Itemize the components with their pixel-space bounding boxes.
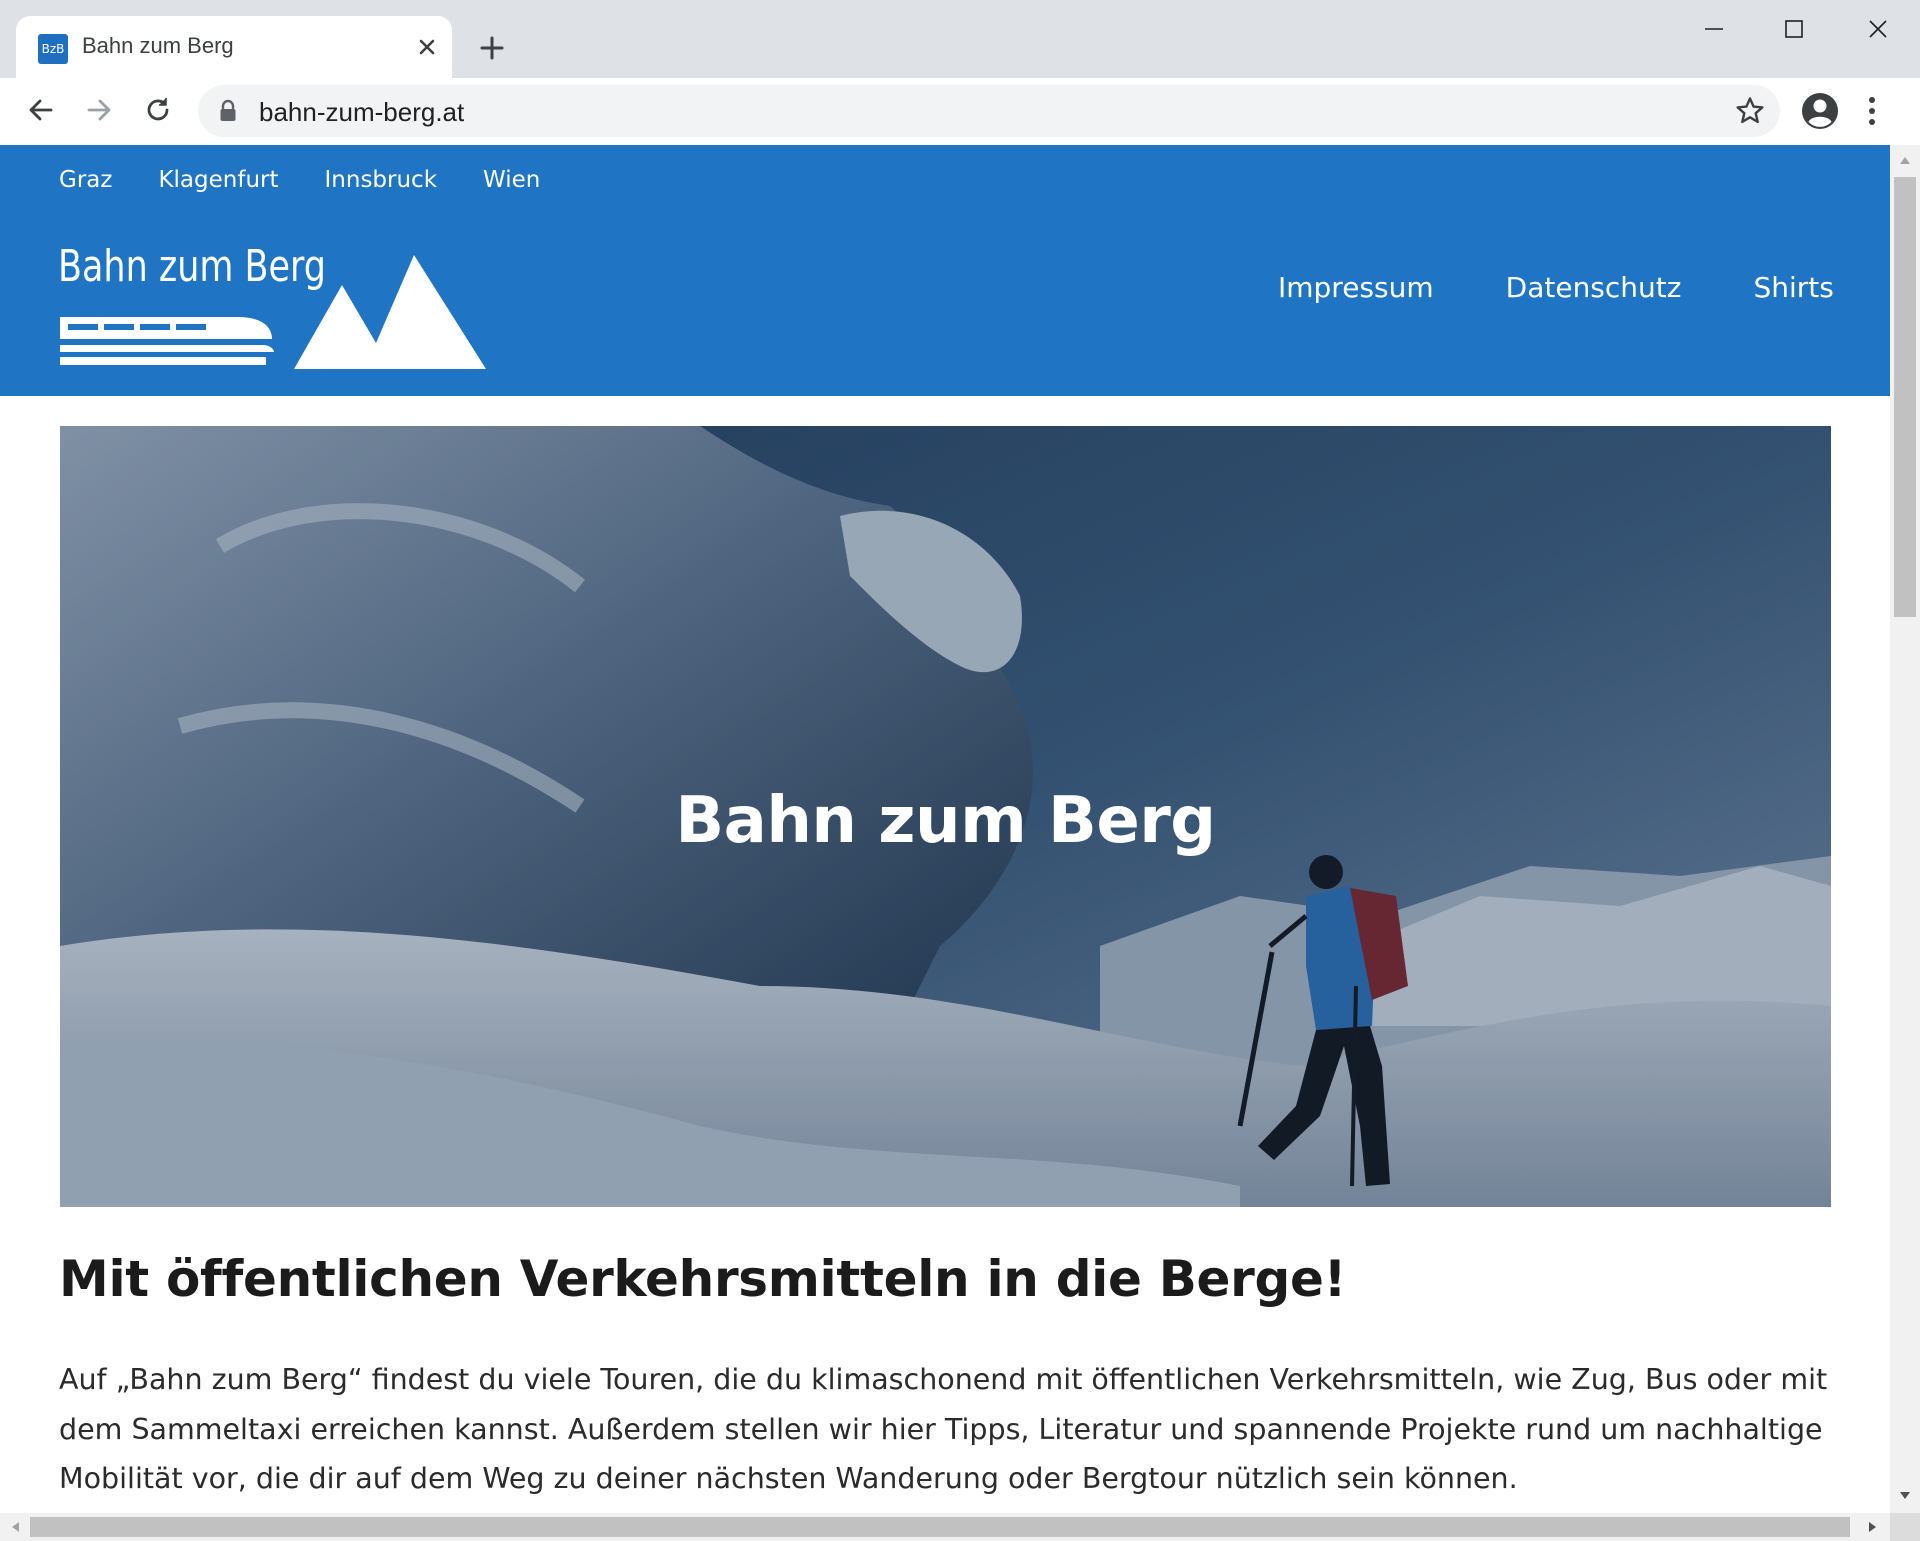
browser-toolbar: bahn-zum-berg.at — [0, 78, 1920, 145]
window-close-button[interactable] — [1838, 0, 1918, 58]
nav-link-shirts[interactable]: Shirts — [1753, 271, 1833, 304]
url-text: bahn-zum-berg.at — [259, 97, 465, 127]
minimize-icon — [1705, 28, 1723, 30]
nav-link-graz[interactable]: Graz — [59, 167, 112, 193]
scroll-left-icon[interactable] — [10, 1521, 20, 1533]
city-nav: Graz Klagenfurt Innsbruck Wien — [59, 167, 540, 193]
back-button[interactable] — [19, 88, 63, 132]
lock-icon — [220, 99, 236, 121]
main-nav: Impressum Datenschutz Shirts — [1278, 271, 1834, 304]
site-logo[interactable]: Bahn zum Berg — [58, 239, 486, 371]
horizontal-scrollbar[interactable] — [0, 1513, 1890, 1541]
nav-link-impressum[interactable]: Impressum — [1278, 271, 1434, 304]
vertical-scroll-thumb[interactable] — [1894, 177, 1916, 617]
forward-button[interactable] — [77, 88, 121, 132]
hero-banner: Bahn zum Berg — [60, 426, 1831, 1207]
tab-title: Bahn zum Berg — [82, 33, 234, 58]
browser-tab[interactable]: BzB Bahn zum Berg — [16, 16, 452, 78]
profile-icon[interactable] — [1800, 91, 1840, 131]
site-header: Graz Klagenfurt Innsbruck Wien Bahn zum … — [0, 145, 1890, 396]
browser-titlebar: BzB Bahn zum Berg — [0, 0, 1920, 78]
web-page: Graz Klagenfurt Innsbruck Wien Bahn zum … — [0, 145, 1890, 1513]
maximize-icon — [1785, 20, 1803, 38]
scrollbar-corner — [1890, 1513, 1920, 1541]
back-arrow-icon — [29, 99, 53, 121]
nav-link-innsbruck[interactable]: Innsbruck — [325, 167, 438, 193]
minimize-button[interactable] — [1674, 0, 1754, 58]
scroll-up-icon[interactable] — [1899, 155, 1911, 165]
scroll-down-icon[interactable] — [1899, 1491, 1911, 1501]
close-icon[interactable] — [412, 32, 442, 62]
maximize-button[interactable] — [1754, 0, 1834, 58]
star-icon[interactable] — [1734, 95, 1766, 127]
favicon-icon: BzB — [38, 34, 68, 64]
more-icon[interactable] — [1866, 91, 1878, 131]
address-bar[interactable]: bahn-zum-berg.at — [198, 85, 1780, 137]
nav-link-wien[interactable]: Wien — [483, 167, 540, 193]
forward-arrow-icon — [87, 99, 111, 121]
nav-link-datenschutz[interactable]: Datenschutz — [1506, 271, 1682, 304]
nav-link-klagenfurt[interactable]: Klagenfurt — [158, 167, 278, 193]
vertical-scrollbar[interactable] — [1890, 145, 1920, 1513]
horizontal-scroll-thumb[interactable] — [30, 1517, 1850, 1537]
window-close-icon — [1869, 20, 1887, 38]
logo-text: Bahn zum Berg — [58, 241, 326, 292]
hero-title: Bahn zum Berg — [675, 784, 1216, 858]
page-headline: Mit öffentlichen Verkehrsmitteln in die … — [59, 1250, 1347, 1308]
intro-paragraph: Auf „Bahn zum Berg“ findest du viele Tou… — [59, 1363, 1828, 1495]
reload-button[interactable] — [136, 88, 180, 132]
plus-icon[interactable] — [474, 30, 510, 66]
scroll-right-icon[interactable] — [1868, 1521, 1878, 1533]
reload-icon — [147, 98, 169, 121]
train-icon — [60, 317, 274, 365]
